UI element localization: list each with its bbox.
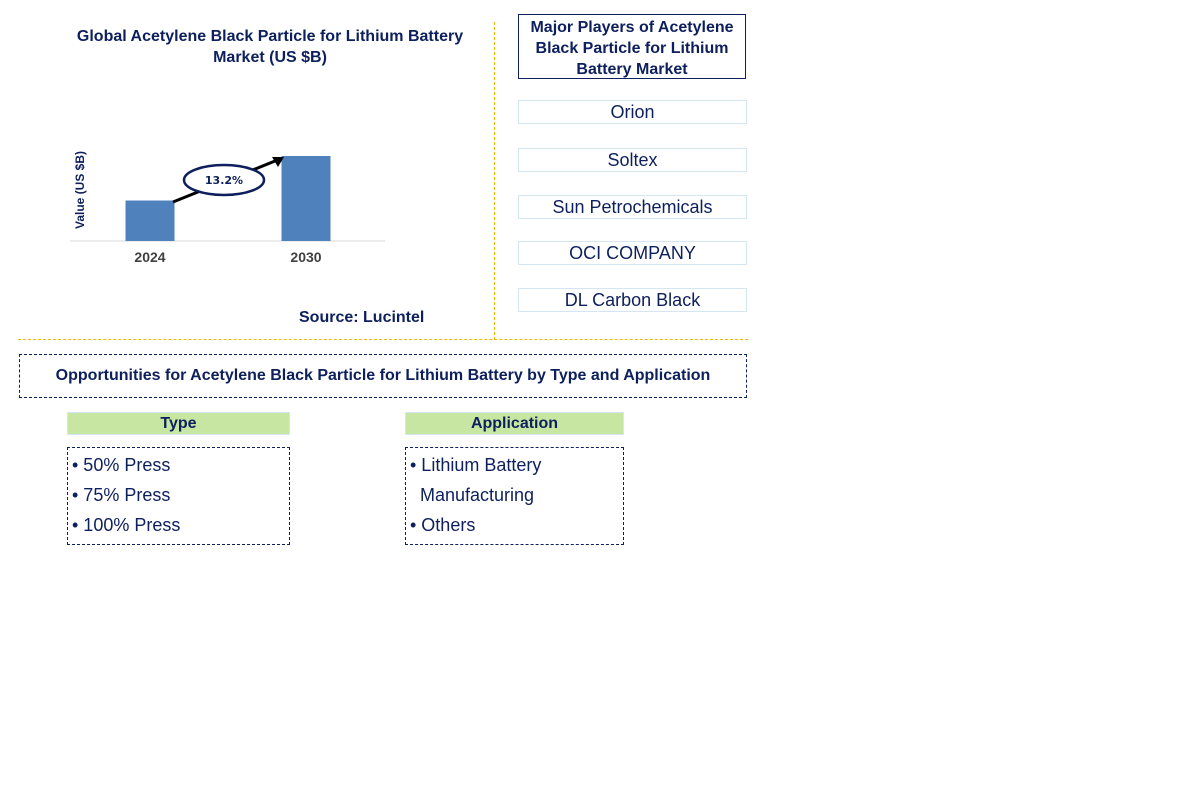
horizontal-divider (18, 339, 748, 340)
bar-2030 (281, 156, 331, 241)
application-item: • Lithium Battery (410, 455, 542, 475)
type-item: • 100% Press (72, 515, 181, 535)
source-label: Source: Lucintel (299, 309, 425, 326)
cagr-label: 13.2% (205, 174, 243, 187)
vertical-divider (494, 22, 495, 340)
player-item: Orion (518, 100, 747, 124)
type-item: • 50% Press (72, 455, 171, 475)
opportunities-title: Opportunities for Acetylene Black Partic… (19, 354, 747, 398)
type-item: • 75% Press (72, 485, 171, 505)
player-item: Sun Petrochemicals (518, 195, 747, 219)
application-header: Application (405, 412, 624, 435)
chart-title: Global Acetylene Black Particle for Lith… (76, 28, 464, 66)
player-item: OCI COMPANY (518, 241, 747, 265)
bar-chart: Value (US $B) 2024 2030 13.2% (70, 151, 385, 265)
player-item: Soltex (518, 148, 747, 172)
bar-2024 (125, 200, 175, 241)
application-item: Manufacturing (420, 485, 535, 505)
application-item: • Others (410, 515, 476, 535)
type-header: Type (67, 412, 290, 435)
x-tick-label: 2030 (290, 249, 321, 265)
players-header: Major Players of Acetylene Black Particl… (518, 14, 746, 79)
application-list: • Lithium Battery Manufacturing • Others (405, 447, 624, 545)
type-list: • 50% Press • 75% Press • 100% Press (67, 447, 290, 545)
player-item: DL Carbon Black (518, 288, 747, 312)
y-axis-label: Value (US $B) (73, 151, 87, 229)
x-tick-label: 2024 (134, 249, 165, 265)
